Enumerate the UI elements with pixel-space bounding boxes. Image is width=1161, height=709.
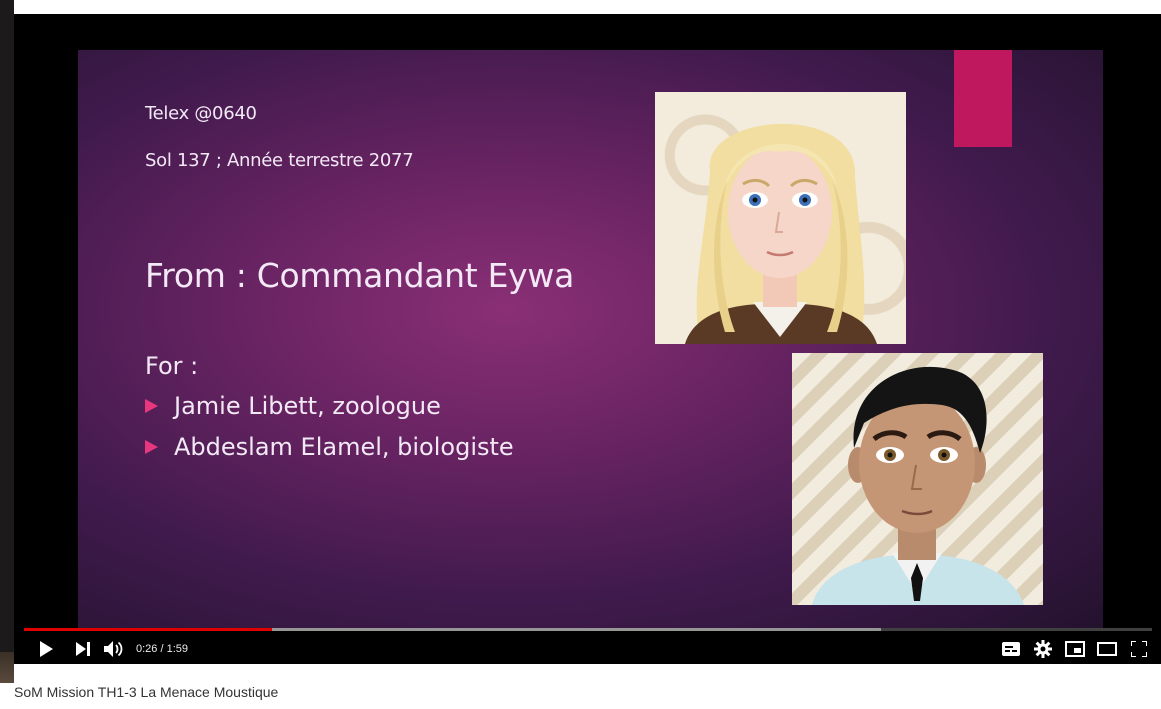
slide-recipient-item: Abdeslam Elamel, biologiste [145, 433, 514, 461]
avatar-man-illustration [812, 366, 1024, 605]
video-title[interactable]: SoM Mission TH1-3 La Menace Moustique [14, 684, 278, 700]
theater-button[interactable] [1091, 634, 1123, 664]
volume-button[interactable] [98, 634, 130, 664]
avatar-woman-illustration [685, 123, 877, 344]
slide-recipient-text: Jamie Libett, zoologue [174, 392, 441, 420]
bullet-triangle-icon [145, 440, 158, 454]
fullscreen-button[interactable] [1123, 634, 1155, 664]
settings-button[interactable] [1027, 634, 1059, 664]
bullet-triangle-icon [145, 399, 158, 413]
window-edge-bottom [0, 652, 14, 683]
video-frame-slide: Telex @0640 Sol 137 ; Année terrestre 20… [78, 50, 1103, 628]
right-controls [995, 634, 1161, 664]
avatar-recipient [792, 353, 1043, 605]
miniplayer-button[interactable] [1059, 634, 1091, 664]
slide-telex: Telex @0640 [145, 103, 257, 124]
play-button[interactable] [24, 634, 68, 664]
subtitles-icon [1002, 642, 1020, 656]
next-button[interactable] [68, 634, 98, 664]
progress-bar[interactable] [24, 628, 1152, 631]
slide-recipient-text: Abdeslam Elamel, biologiste [174, 433, 514, 461]
slide-accent-bar [954, 50, 1012, 147]
volume-icon [104, 641, 123, 657]
player-controls: 0:26 / 1:59 [14, 634, 1161, 664]
theater-icon [1097, 642, 1117, 656]
slide-for-label: For : [145, 352, 199, 380]
next-icon [76, 642, 90, 656]
avatar-commander [655, 92, 906, 344]
slide-sol-date: Sol 137 ; Année terrestre 2077 [145, 150, 414, 171]
fullscreen-icon [1131, 641, 1147, 657]
gear-icon [1034, 640, 1052, 658]
slide-recipient-item: Jamie Libett, zoologue [145, 392, 441, 420]
progress-played [24, 628, 273, 631]
miniplayer-icon [1065, 641, 1085, 657]
play-icon [40, 641, 53, 657]
time-display: 0:26 / 1:59 [136, 643, 188, 655]
slide-from-heading: From : Commandant Eywa [145, 256, 575, 295]
window-edge [0, 0, 14, 683]
video-player[interactable]: Telex @0640 Sol 137 ; Année terrestre 20… [14, 14, 1161, 664]
subtitles-button[interactable] [995, 634, 1027, 664]
